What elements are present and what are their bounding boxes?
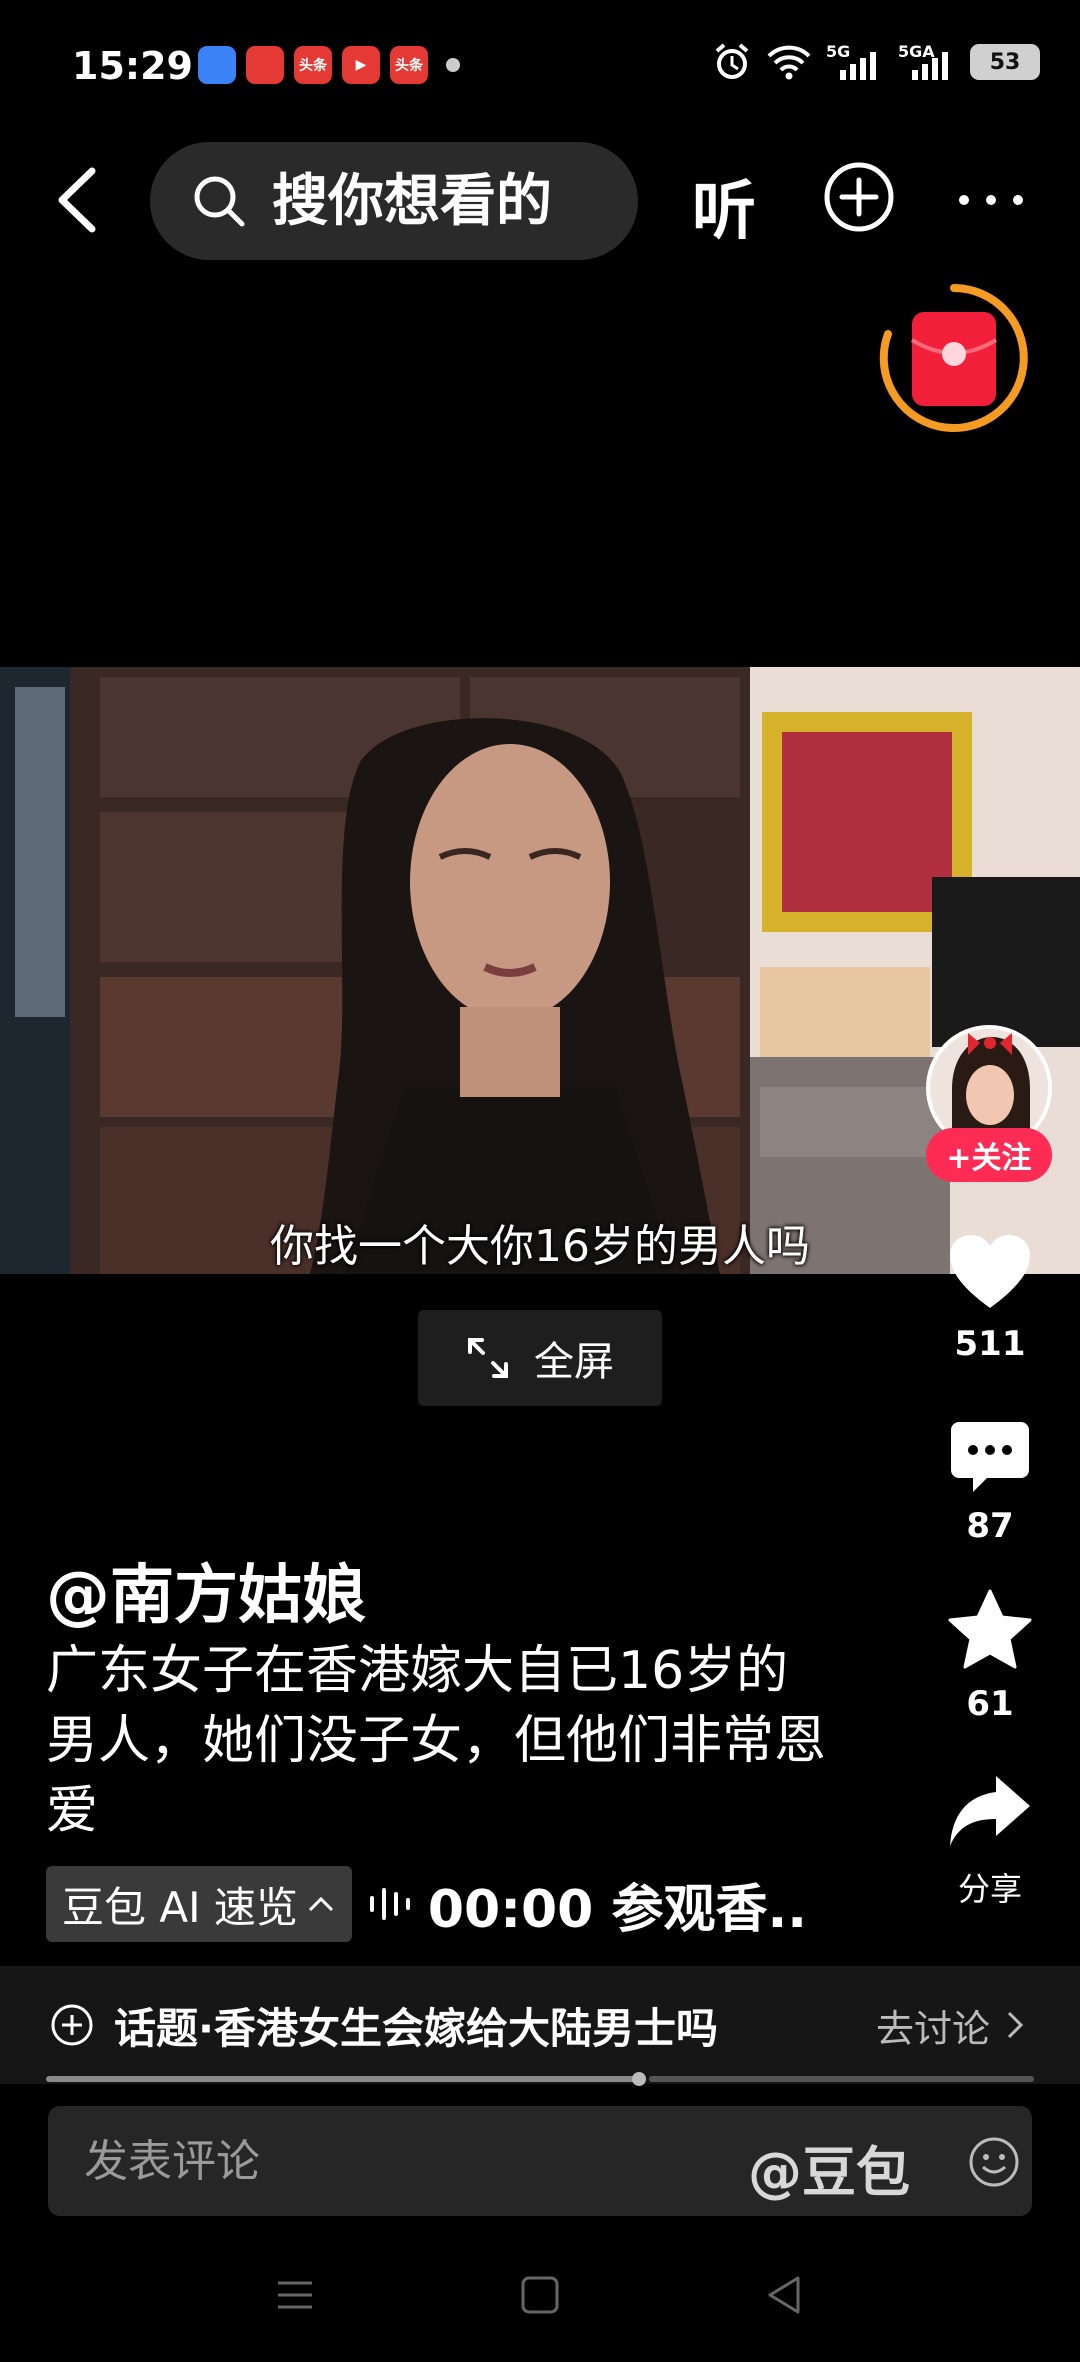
alarm-icon xyxy=(715,43,749,79)
listen-button[interactable]: 听 xyxy=(692,160,756,252)
ai-badge-label: 豆包 AI 速览 xyxy=(62,1882,298,1932)
emoji-icon[interactable] xyxy=(968,2136,1020,2188)
back-button[interactable] xyxy=(50,165,110,235)
discuss-link[interactable]: 去讨论 xyxy=(876,1998,1024,2053)
at-doubao-button[interactable]: @豆包 xyxy=(748,2128,910,2207)
progress-handle[interactable] xyxy=(632,2072,646,2086)
more-notifications-dot xyxy=(446,58,460,72)
system-nav-bar xyxy=(0,2250,1080,2340)
red-packet-icon[interactable] xyxy=(876,280,1032,436)
share-label: 分享 xyxy=(957,1870,1022,1908)
video-play-icon: ▶ xyxy=(342,46,380,84)
signal-5g-icon: 5G xyxy=(826,42,884,82)
add-circle-icon xyxy=(51,2004,93,2046)
system-status: 5G 5GA 53 xyxy=(712,42,1040,82)
video-progress-bar[interactable] xyxy=(46,2072,1034,2086)
more-options-button[interactable] xyxy=(956,190,1026,210)
comment-count: 87 xyxy=(966,1506,1014,1546)
ai-summary-badge[interactable]: 豆包 AI 速览 xyxy=(46,1866,352,1942)
video-subtitle: 你找一个大你16岁的男人吗 xyxy=(270,1221,810,1272)
progress-played xyxy=(46,2076,639,2082)
toutiao-icon: 头条 xyxy=(294,46,332,84)
fullscreen-button[interactable]: 全屏 xyxy=(418,1310,662,1406)
follow-button[interactable]: +关注 xyxy=(926,1128,1052,1182)
like-count: 511 xyxy=(954,1324,1026,1364)
ai-summary-preview: 00:00 参观香.. xyxy=(427,1879,807,1940)
favorite-count: 61 xyxy=(966,1684,1014,1724)
topic-text: 话题·香港女生会嫁给大陆男士吗 xyxy=(114,2003,718,2053)
share-action[interactable]: 分享 xyxy=(930,1772,1050,1910)
video-description[interactable]: 广东女子在香港嫁大自已16岁的男人，她们没子女，但他们非常恩爱 xyxy=(46,1636,826,1846)
fullscreen-icon xyxy=(468,1338,508,1378)
share-icon xyxy=(950,1776,1030,1846)
menu-icon[interactable] xyxy=(270,2270,320,2320)
search-icon xyxy=(194,176,245,227)
comment-action[interactable]: 87 xyxy=(930,1418,1050,1546)
audio-wave-icon xyxy=(369,1888,410,1920)
video-player[interactable] xyxy=(0,667,1080,1274)
notification-icons: 头条 ▶ 头条 xyxy=(198,46,460,84)
comment-bar[interactable]: @豆包 xyxy=(48,2106,1032,2216)
battery-icon: 53 xyxy=(970,44,1040,80)
progress-remaining xyxy=(649,2076,1034,2082)
red-game-icon xyxy=(246,46,284,84)
status-time: 15:29 xyxy=(72,44,193,88)
like-action[interactable]: 511 xyxy=(930,1232,1050,1364)
star-icon xyxy=(948,1589,1032,1669)
heart-icon xyxy=(950,1235,1030,1308)
home-icon[interactable] xyxy=(515,2270,565,2320)
topic-bar[interactable]: 话题·香港女生会嫁给大陆男士吗 去讨论 xyxy=(0,1966,1080,2084)
comment-input[interactable] xyxy=(84,2106,684,2216)
video-frame-image xyxy=(0,667,1080,1274)
author-name[interactable]: @南方姑娘 xyxy=(46,1544,366,1636)
search-input[interactable] xyxy=(272,168,612,234)
ai-summary-row[interactable]: 豆包 AI 速览 00:00 参观香.. xyxy=(46,1866,807,1942)
add-button[interactable] xyxy=(822,160,896,234)
chevron-up-icon xyxy=(308,1896,333,1912)
back-nav-icon[interactable] xyxy=(760,2270,810,2320)
wifi-icon xyxy=(767,45,811,80)
search-bar[interactable] xyxy=(150,142,638,260)
status-bar: 15:29 头条 ▶ 头条 5G 5GA 53 xyxy=(0,0,1080,130)
fullscreen-label: 全屏 xyxy=(534,1339,614,1385)
discuss-label: 去讨论 xyxy=(875,2006,990,2051)
blue-app-icon xyxy=(198,46,236,84)
favorite-action[interactable]: 61 xyxy=(930,1588,1050,1724)
chevron-right-icon xyxy=(1007,2011,1024,2039)
signal-5ga-icon: 5GA xyxy=(898,42,956,82)
comment-icon xyxy=(951,1422,1029,1492)
toutiao-icon: 头条 xyxy=(390,46,428,84)
